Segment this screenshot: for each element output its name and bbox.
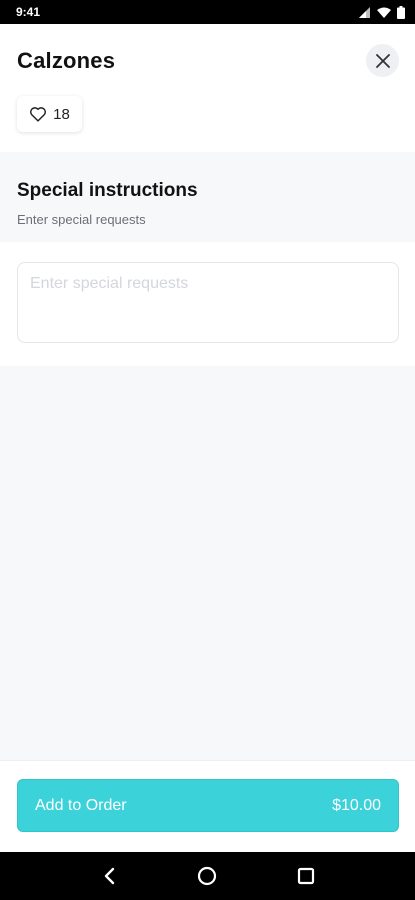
special-requests-area: [0, 242, 415, 366]
signal-icon: [359, 6, 370, 18]
back-icon: [104, 867, 115, 885]
order-price: $10.00: [332, 796, 381, 814]
recent-apps-icon: [297, 867, 314, 885]
system-nav-bar: [0, 852, 415, 900]
add-to-order-button[interactable]: Add to Order $10.00: [17, 779, 399, 832]
special-instructions-section: Special instructions Enter special reque…: [0, 152, 415, 242]
status-icons: [359, 5, 405, 19]
battery-icon: [397, 5, 405, 19]
item-header: Calzones 18: [0, 24, 415, 152]
close-icon: [375, 53, 390, 68]
status-time: 9:41: [16, 5, 41, 19]
like-count: 18: [53, 105, 70, 123]
close-button[interactable]: [366, 44, 399, 77]
nav-recent-button[interactable]: [286, 856, 326, 896]
nav-home-button[interactable]: [187, 856, 227, 896]
section-subtitle: Enter special requests: [17, 212, 146, 227]
order-bar: Add to Order $10.00: [0, 760, 415, 852]
nav-back-button[interactable]: [89, 856, 129, 896]
section-title: Special instructions: [17, 180, 198, 201]
wifi-icon: [377, 7, 391, 18]
like-button[interactable]: 18: [17, 96, 82, 132]
page-title: Calzones: [17, 48, 116, 73]
heart-icon: [30, 107, 47, 122]
add-to-order-label: Add to Order: [35, 796, 127, 814]
special-requests-input[interactable]: [17, 262, 399, 343]
home-icon: [198, 866, 217, 886]
status-bar: 9:41: [0, 0, 415, 24]
